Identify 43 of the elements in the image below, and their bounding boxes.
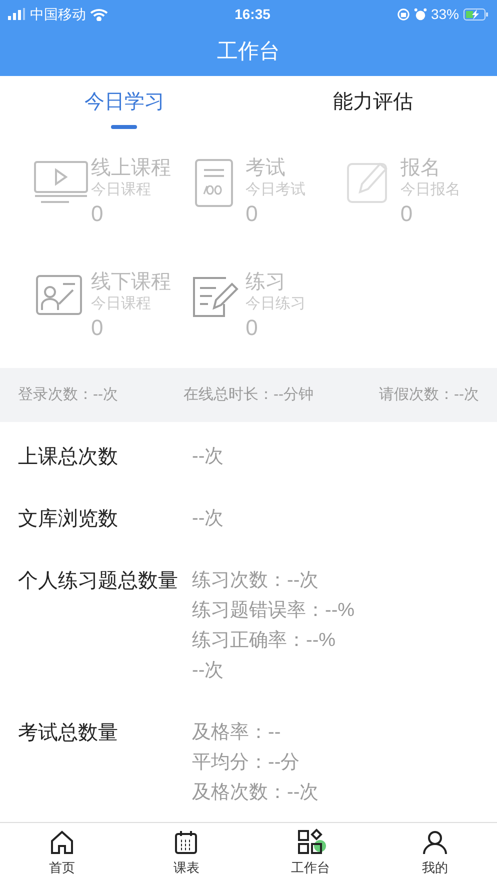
battery-charging-icon	[463, 8, 489, 20]
item-title: 线下课程	[91, 270, 171, 295]
stat-value: 练习题错误率：--%	[192, 599, 355, 623]
user-icon	[420, 828, 449, 856]
stat-value: 平均分：--分	[192, 751, 301, 775]
item-count: 0	[246, 314, 259, 342]
item-title: 练习	[246, 270, 287, 295]
item-title: 报名	[400, 156, 442, 181]
stat-label: 考试总数量	[18, 721, 119, 746]
tab-bar-item[interactable]: 首页	[0, 823, 124, 883]
tab-bar-item[interactable]: 我的	[372, 823, 497, 883]
item-count: 0	[400, 200, 414, 228]
wifi-icon	[90, 8, 108, 20]
item-count: 0	[246, 200, 259, 228]
stat-value: --次	[192, 445, 224, 469]
tab[interactable]: 能力评估	[248, 76, 497, 140]
stat-value: 练习次数：--次	[192, 569, 320, 593]
stat-label: 上课总次数	[18, 445, 119, 470]
summary-text: 登录次数：--次	[18, 384, 118, 405]
stat-label: 文库浏览数	[18, 507, 119, 532]
summary-text: 请假次数：--次	[379, 384, 479, 405]
carrier-name: 中国移动	[30, 4, 86, 24]
item-title: 线上课程	[91, 156, 171, 181]
stat-value: --次	[192, 507, 224, 531]
clock-time: 16:35	[234, 4, 270, 24]
rotation-lock-icon	[396, 8, 410, 20]
alarm-icon	[414, 8, 427, 20]
signal-icon	[8, 8, 26, 20]
stat-value: 及格率：--	[192, 721, 282, 745]
item-count: 0	[91, 314, 104, 342]
item-title: 考试	[246, 156, 287, 181]
stat-value: 及格次数：--次	[192, 781, 319, 805]
tab-bar-item[interactable]: 工作台	[248, 823, 373, 883]
battery-percent: 33%	[430, 4, 459, 24]
stat-value: --次	[192, 659, 225, 683]
summary-text: 在线总时长：--分钟	[184, 384, 314, 405]
apps-icon	[296, 828, 326, 856]
stat-value: 练习正确率：--%	[192, 629, 337, 653]
stat-label: 个人练习题总数量	[18, 569, 179, 594]
page-title: 工作台	[217, 39, 280, 66]
tab[interactable]: 今日学习	[0, 76, 248, 140]
item-count: 0	[91, 200, 104, 228]
tab-bar-item[interactable]: 课表	[124, 823, 248, 883]
